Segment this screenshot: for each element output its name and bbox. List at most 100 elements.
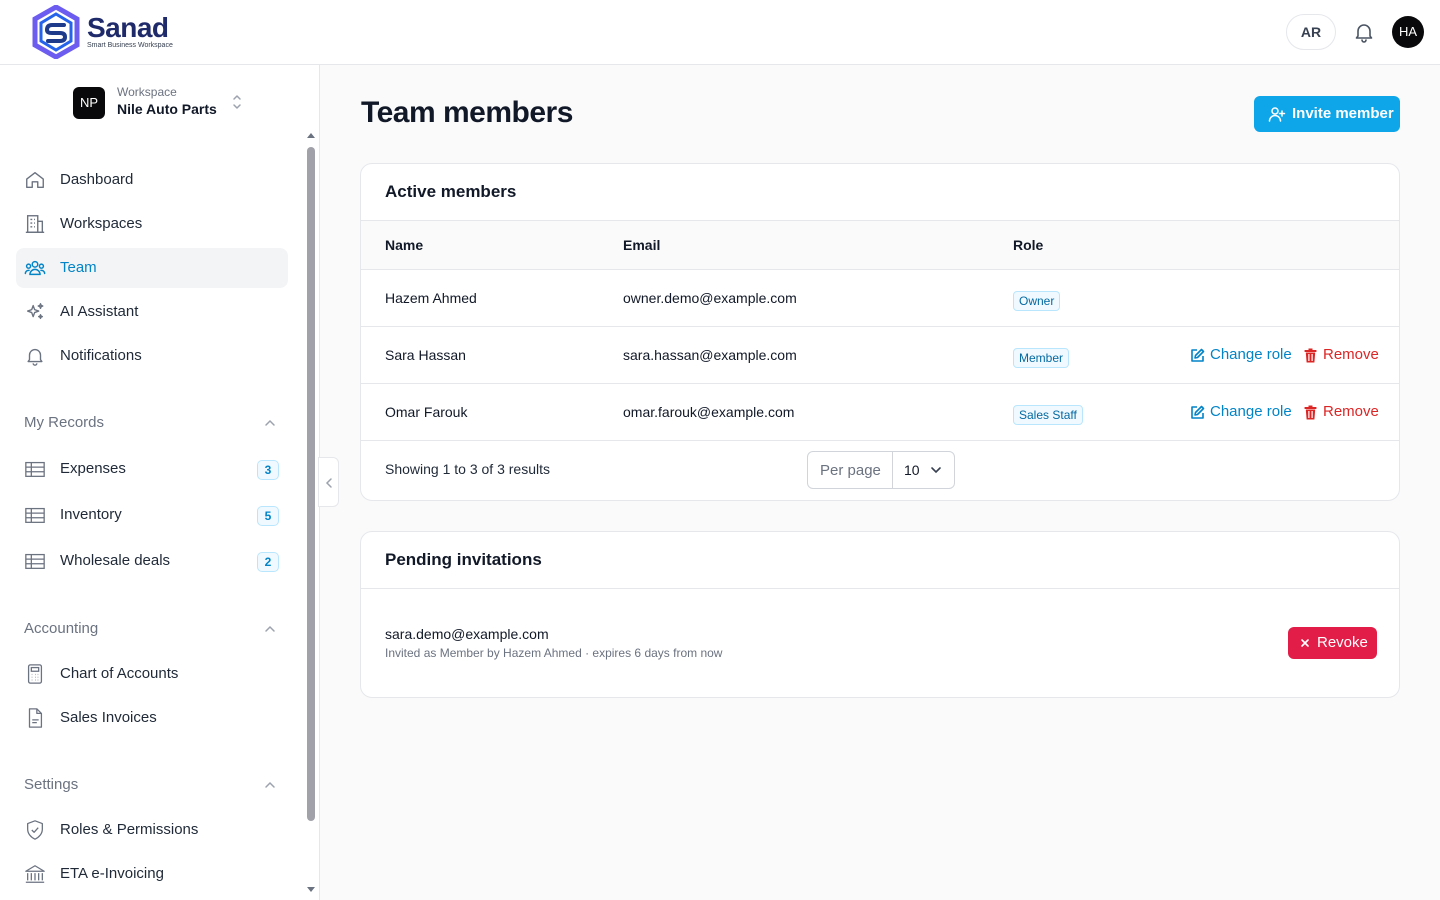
per-page-label: Per page (820, 462, 881, 479)
group-label: Settings (24, 776, 79, 793)
sidebar-item-label: ETA e-Invoicing (60, 865, 164, 882)
sidebar-scrollbar-thumb[interactable] (307, 147, 315, 821)
table-row: Hazem Ahmed owner.demo@example.com Owner (361, 270, 1399, 327)
chevron-up-down-icon (233, 95, 241, 109)
table-row: Sara Hassan sara.hassan@example.com Memb… (361, 327, 1399, 384)
invite-meta: Invited as Member by Hazem Ahmed · expir… (385, 646, 723, 660)
remove-label: Remove (1323, 346, 1379, 363)
sidebar-item-workspaces[interactable]: Workspaces (16, 204, 288, 244)
brand-tagline: Smart Business Workspace (87, 42, 173, 49)
member-email: owner.demo@example.com (623, 290, 797, 306)
sidebar-item-roles-permissions[interactable]: Roles & Permissions (16, 810, 288, 850)
table-icon (25, 507, 45, 523)
sidebar-item-label: Roles & Permissions (60, 821, 199, 838)
workspace-switcher[interactable]: NP Workspace Nile Auto Parts (73, 85, 253, 121)
document-icon (28, 708, 43, 728)
role-badge: Member (1013, 348, 1070, 368)
sidebar-item-label: Wholesale deals (60, 552, 171, 569)
shield-check-icon (27, 820, 43, 840)
card-title: Active members (385, 182, 517, 201)
table-row: Omar Farouk omar.farouk@example.com Sale… (361, 384, 1399, 441)
invite-member-label: Invite member (1292, 105, 1394, 122)
group-my-records-toggle[interactable]: My Records (24, 413, 280, 433)
sidebar-item-chart-of-accounts[interactable]: Chart of Accounts (16, 654, 288, 694)
building-icon (25, 215, 45, 233)
per-page-select[interactable]: Per page 10 (807, 451, 955, 489)
remove-label: Remove (1323, 403, 1379, 420)
chevron-up-icon (265, 419, 275, 426)
collapse-sidebar-button[interactable] (318, 457, 339, 507)
divider (361, 588, 1399, 589)
change-role-label: Change role (1210, 346, 1292, 363)
workspace-name: Nile Auto Parts (117, 101, 217, 117)
scroll-up-arrow[interactable] (307, 133, 315, 138)
users-icon (24, 260, 46, 276)
bell-icon (27, 348, 43, 366)
sidebar-item-label: Dashboard (60, 171, 134, 188)
invite-email: sara.demo@example.com (385, 626, 549, 642)
active-members-card: Active members Name Email Role Hazem Ahm… (360, 163, 1400, 501)
sidebar-item-label: AI Assistant (60, 303, 139, 320)
sidebar-item-ai-assistant[interactable]: AI Assistant (16, 292, 288, 332)
sidebar-item-label: Inventory (60, 506, 122, 523)
role-badge: Owner (1013, 291, 1061, 311)
sidebar-item-label: Workspaces (60, 215, 143, 232)
group-accounting-toggle[interactable]: Accounting (24, 619, 280, 639)
user-avatar[interactable]: HA (1392, 16, 1424, 48)
table-icon (25, 553, 45, 569)
sparkles-icon (26, 303, 44, 320)
close-icon (1301, 639, 1309, 647)
table-header: Name Email Role (361, 220, 1399, 270)
top-bar: Sanad Smart Business Workspace AR HA (0, 0, 1440, 65)
member-name: Sara Hassan (385, 347, 466, 363)
workspace-avatar: NP (73, 87, 105, 119)
page-title: Team members (361, 96, 573, 129)
per-page-value: 10 (904, 462, 920, 478)
calculator-icon (27, 664, 43, 684)
bank-icon (25, 865, 45, 883)
trash-icon (1304, 348, 1317, 363)
revoke-invite-button[interactable]: Revoke (1288, 627, 1377, 659)
sidebar-item-label: Chart of Accounts (60, 665, 179, 682)
group-label: My Records (24, 414, 105, 431)
column-header-name: Name (385, 237, 424, 253)
member-email: sara.hassan@example.com (623, 347, 797, 363)
brand-name: Sanad (87, 12, 169, 43)
member-name: Omar Farouk (385, 404, 468, 420)
sidebar-item-team[interactable]: Team (16, 248, 288, 288)
chevron-left-icon (325, 478, 332, 488)
notifications-bell-icon[interactable] (1352, 20, 1376, 44)
edit-icon (1191, 405, 1205, 419)
home-icon (26, 171, 44, 189)
sidebar-item-expenses[interactable]: Expenses 3 (16, 449, 288, 489)
chevron-down-icon (931, 467, 941, 474)
invite-member-button[interactable]: Invite member (1254, 96, 1400, 132)
brand-logo[interactable]: Sanad Smart Business Workspace (32, 5, 192, 59)
sidebar-item-sales-invoices[interactable]: Sales Invoices (16, 698, 288, 738)
sidebar-item-wholesale-deals[interactable]: Wholesale deals 2 (16, 541, 288, 581)
sidebar-item-label: Team (60, 259, 97, 276)
column-header-role: Role (1013, 237, 1044, 253)
group-label: Accounting (24, 620, 99, 637)
sidebar-item-label: Expenses (60, 460, 126, 477)
sidebar: NP Workspace Nile Auto Parts Dashboard W… (0, 65, 320, 900)
scroll-down-arrow[interactable] (307, 887, 315, 892)
workspace-label: Workspace (117, 85, 177, 99)
sidebar-item-notifications[interactable]: Notifications (16, 336, 288, 376)
user-plus-icon (1268, 107, 1286, 122)
role-badge: Sales Staff (1013, 405, 1083, 425)
pagination-summary: Showing 1 to 3 of 3 results (385, 461, 550, 477)
group-settings-toggle[interactable]: Settings (24, 775, 280, 795)
column-header-email: Email (623, 237, 661, 253)
sidebar-item-dashboard[interactable]: Dashboard (16, 160, 288, 200)
sidebar-item-eta-e-invoicing[interactable]: ETA e-Invoicing (16, 854, 288, 894)
divider (892, 452, 893, 488)
table-icon (25, 461, 45, 477)
change-role-label: Change role (1210, 403, 1292, 420)
language-toggle-button[interactable]: AR (1286, 14, 1336, 50)
member-email: omar.farouk@example.com (623, 404, 795, 420)
sidebar-item-inventory[interactable]: Inventory 5 (16, 495, 288, 535)
member-name: Hazem Ahmed (385, 290, 477, 306)
chevron-up-icon (265, 625, 275, 632)
chevron-up-icon (265, 781, 275, 788)
